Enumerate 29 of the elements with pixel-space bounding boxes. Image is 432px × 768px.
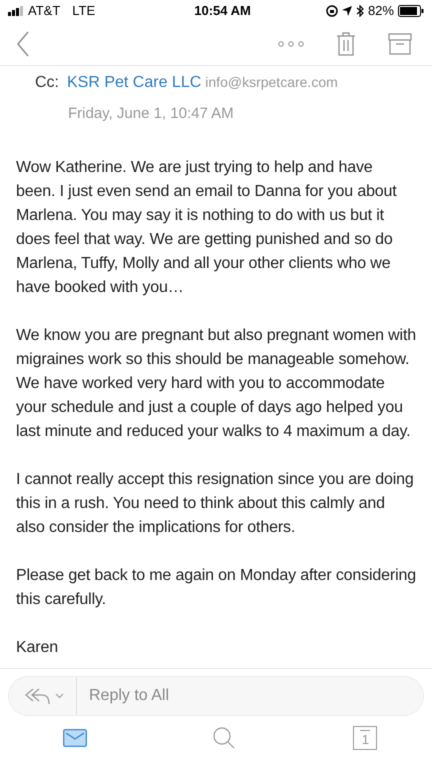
- cc-email: info@ksrpetcare.com: [205, 73, 338, 92]
- location-arrow-icon: [342, 6, 352, 16]
- body-paragraph: Karen: [16, 638, 59, 658]
- network-text: LTE: [72, 2, 96, 20]
- body-paragraph: We know you are pregnant but also pregnant women with migraines work so this should be manageable somehow. We have worked very hard with you to accommodate your schedule and just a couple of days ago helped you last minute and reduced your walks to 4 maximum a day.: [16, 326, 416, 442]
- reply-bar[interactable]: Reply to All: [8, 676, 424, 716]
- body-paragraph: I cannot really accept this resignation since you are doing this in a rush. You need to think about this calmly and also consider the implications for others.: [16, 470, 415, 538]
- mail-icon: [62, 729, 87, 747]
- search-icon: [212, 726, 236, 750]
- battery-percent: 82%: [368, 2, 394, 20]
- body-paragraph: Please get back to me again on Monday after considering this carefully.: [16, 566, 416, 610]
- trash-icon: [336, 32, 356, 56]
- calendar-tab[interactable]: 1: [353, 726, 378, 750]
- back-icon: [16, 30, 30, 56]
- time-text: 10:54 AM: [194, 2, 251, 20]
- cc-contact-link[interactable]: KSR Pet Care LLC: [67, 71, 202, 95]
- lock-rotation-icon: [326, 5, 338, 17]
- date-text: Friday, June 1, 10:47 AM: [68, 104, 235, 124]
- battery-icon: [398, 5, 424, 17]
- archive-icon: [388, 32, 412, 54]
- bluetooth-icon: [356, 5, 364, 17]
- cc-label: Cc:: [35, 73, 59, 93]
- signal-icon: [8, 6, 24, 16]
- carrier-text: AT&T: [28, 2, 60, 20]
- reply-field[interactable]: Reply to All: [77, 684, 423, 708]
- caret-icon: [55, 693, 64, 699]
- more-icon: [278, 40, 304, 46]
- reply-all-icon: [25, 687, 51, 705]
- body-paragraph: Wow Katherine. We are just trying to help and have been. I just even send an email to Danna for you about Marlena. You may say it is nothing to do with us but it does feel that way. We are getting punished and so do Marlena, Tuffy, Molly and all your other clients who we have booked with you…: [16, 158, 398, 298]
